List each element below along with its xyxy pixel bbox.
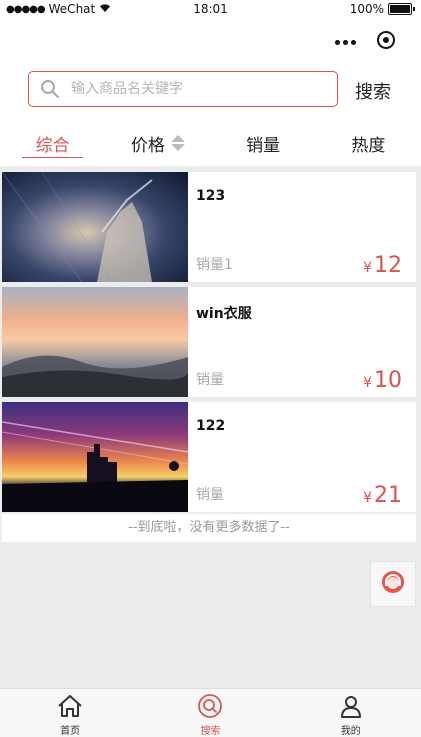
tab-label: 价格: [130, 135, 165, 156]
tabbar-item-search[interactable]: 搜索: [140, 689, 280, 737]
currency-symbol: ¥: [363, 260, 372, 276]
search-area: 搜索: [0, 64, 421, 120]
tab-popularity[interactable]: 热度: [316, 120, 421, 166]
product-card[interactable]: 123 销量1 ¥12: [1, 171, 416, 283]
search-icon: [39, 78, 61, 100]
product-list: 123 销量1 ¥12 win衣服 销量 ¥10 122 销量 ¥21 --到底…: [1, 171, 416, 542]
currency-symbol: ¥: [363, 375, 372, 391]
nav-bar: [0, 20, 421, 64]
search-icon: [196, 692, 224, 720]
search-box[interactable]: [28, 71, 338, 107]
status-right: 100%: [350, 2, 415, 16]
tabbar-label: 我的: [340, 726, 361, 737]
product-image: [1, 171, 188, 283]
home-icon: [56, 692, 84, 720]
sort-tabs: 综合 价格 销量 热度: [0, 120, 421, 166]
sort-arrows-icon: [170, 135, 185, 151]
product-info: win衣服 销量 ¥10: [188, 287, 416, 397]
product-card[interactable]: win衣服 销量 ¥10: [2, 287, 416, 397]
product-title: win衣服: [196, 306, 252, 322]
product-info: 122 销量 ¥21: [188, 402, 416, 512]
headset-icon: [379, 568, 407, 600]
search-input[interactable]: [69, 80, 323, 98]
tabbar-item-mine[interactable]: 我的: [281, 689, 421, 737]
tab-label: 综合: [35, 135, 70, 156]
currency-symbol: ¥: [363, 490, 372, 506]
user-icon: [337, 692, 365, 720]
tabbar-label: 首页: [60, 726, 81, 737]
tab-comprehensive[interactable]: 综合: [0, 120, 105, 166]
end-of-list-note: --到底啦，没有更多数据了--: [2, 514, 416, 542]
search-button[interactable]: 搜索: [355, 78, 391, 104]
tab-price[interactable]: 价格: [105, 120, 210, 166]
product-info: 123 销量1 ¥12: [188, 172, 416, 282]
price-value: 21: [374, 483, 402, 508]
tab-label: 热度: [351, 135, 386, 156]
product-sales: 销量: [196, 372, 224, 388]
battery-tip-icon: [413, 7, 415, 11]
product-image: [1, 402, 189, 512]
product-price: ¥12: [363, 253, 402, 278]
product-title: 123: [196, 188, 226, 204]
tabbar-label: 搜索: [200, 726, 221, 737]
battery-icon: [388, 3, 412, 15]
customer-service-button[interactable]: [370, 561, 416, 607]
product-price: ¥21: [363, 483, 402, 508]
product-card[interactable]: 122 销量 ¥21: [1, 402, 416, 512]
product-image: [2, 287, 188, 397]
bottom-tab-bar: 首页 搜索 我的: [0, 688, 421, 737]
battery-percent: 100%: [349, 2, 384, 16]
product-sales: 销量: [196, 487, 224, 503]
status-bar: ●●●●● WeChat 18:01 100%: [0, 0, 421, 20]
tab-label: 销量: [246, 135, 281, 156]
product-price: ¥10: [363, 368, 402, 393]
price-value: 10: [374, 368, 402, 393]
product-sales: 销量1: [196, 257, 233, 273]
price-value: 12: [374, 253, 402, 278]
more-menu-icon[interactable]: [333, 32, 357, 52]
tabbar-item-home[interactable]: 首页: [0, 689, 140, 737]
close-miniprogram-icon[interactable]: [377, 31, 395, 49]
tab-sales[interactable]: 销量: [211, 120, 316, 166]
product-title: 122: [196, 418, 226, 434]
